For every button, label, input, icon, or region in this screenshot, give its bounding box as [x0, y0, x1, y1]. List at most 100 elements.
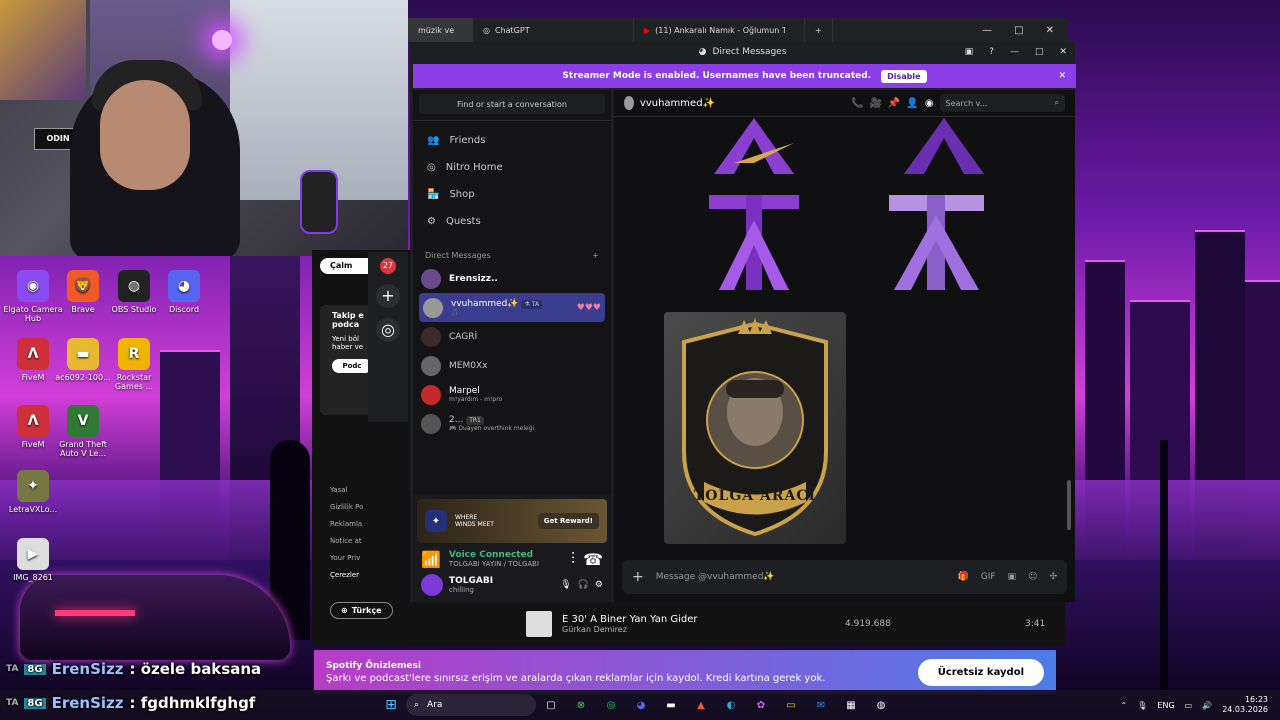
maximize-icon[interactable]: □ [1014, 25, 1023, 36]
disable-button[interactable]: Disable [881, 69, 927, 83]
clan-badge: TR1 [466, 416, 484, 425]
outlook-icon[interactable]: ✉ [810, 694, 832, 716]
copilot-icon[interactable]: ✿ [750, 694, 772, 716]
voice-status[interactable]: Voice Connected [449, 550, 539, 560]
settings-icon[interactable]: ⚙ [595, 580, 603, 590]
desktop-icon[interactable]: ◕ Discord [152, 270, 216, 314]
footer-link[interactable]: Çerezler [330, 567, 363, 584]
voice-channel[interactable]: TOLGABI YAYIN / TOLGABI [449, 560, 539, 568]
desktop-icon[interactable]: ✦ LetraVXLo... [1, 470, 65, 514]
message-input[interactable]: + Message @vvuhammed✨ 🎁 GIF ▣ ☺ ✣ [622, 560, 1067, 594]
language-indicator[interactable]: ENG [1157, 701, 1174, 710]
video-icon[interactable]: 🎥 [869, 98, 881, 109]
browser-tab[interactable]: ▶ (11) Ankaralı Namık - Oğlumun Taba [634, 18, 805, 42]
maximize-icon[interactable]: □ [1035, 47, 1044, 57]
add-attachment-icon[interactable]: + [632, 569, 644, 585]
minimize-icon[interactable]: — [982, 25, 992, 36]
brave-taskbar-icon[interactable]: ▲ [690, 694, 712, 716]
logo-image[interactable] [704, 190, 804, 300]
sticker-icon[interactable]: ▣ [1008, 572, 1017, 582]
footer-link[interactable]: Gizlilik Po [330, 499, 363, 516]
explorer-icon[interactable]: ▭ [780, 694, 802, 716]
dm-item[interactable]: CAGRİ [413, 322, 611, 351]
track-artist[interactable]: Gürkan Demirez [562, 625, 697, 634]
emoji-icon[interactable]: ☺ [1028, 572, 1037, 582]
close-icon[interactable]: ✕ [1058, 71, 1066, 81]
inbox-icon[interactable]: ▣ [965, 47, 974, 57]
get-reward-button[interactable]: Get Reward! [537, 513, 599, 529]
track-title[interactable]: E 30' A Biner Yan Yan Gider [562, 614, 697, 625]
task-view-icon[interactable]: ▢ [540, 694, 562, 716]
footer-link[interactable]: Notice at [330, 533, 363, 550]
dm-item[interactable]: Marpel m!yardım - m!pro [413, 380, 611, 409]
hearts-icon: ♥♥♥ [576, 302, 601, 313]
discord-taskbar-icon[interactable]: ◕ [630, 694, 652, 716]
new-tab-button[interactable]: + [805, 18, 833, 42]
spotify-track-row[interactable]: E 30' A Biner Yan Yan Gider Gürkan Demir… [410, 602, 1065, 646]
footer-link[interactable]: Yasal [330, 482, 363, 499]
headphones-icon[interactable]: 🎧 [578, 580, 589, 590]
gif-icon[interactable]: GIF [981, 572, 996, 582]
close-icon[interactable]: ✕ [1059, 47, 1067, 57]
profile-icon[interactable]: ◉ [925, 98, 934, 109]
logo-image[interactable] [889, 195, 984, 295]
call-icon[interactable]: 📞 [851, 98, 863, 109]
close-icon[interactable]: ✕ [1046, 25, 1054, 36]
store-icon[interactable]: ▦ [840, 694, 862, 716]
tray-chevron-icon[interactable]: ⌃ [1121, 701, 1128, 710]
footer-link[interactable]: Your Priv [330, 550, 363, 567]
xbox-icon[interactable]: ⊗ [570, 694, 592, 716]
scrollbar[interactable] [1067, 480, 1071, 530]
nav-friends[interactable]: 👥 Friends [413, 127, 611, 154]
whatsapp-icon[interactable]: ◎ [600, 694, 622, 716]
taskbar-search[interactable]: ⌕ Ara [406, 694, 536, 716]
nav-nitro-home[interactable]: ◎ Nitro Home [413, 154, 611, 181]
nav-shop[interactable]: 🏪 Shop [413, 181, 611, 208]
chat-recipient[interactable]: vvuhammed✨ [640, 98, 715, 109]
network-icon[interactable]: ▭ [1185, 701, 1193, 710]
noise-icon[interactable]: ⫶ [571, 549, 575, 569]
tab-title: müzik ve [418, 25, 455, 35]
avatar[interactable] [421, 574, 443, 596]
clock[interactable]: 16:23 24.03.2026 [1222, 695, 1268, 715]
help-icon[interactable]: ? [989, 47, 994, 57]
dm-item[interactable]: Erensizz.. [413, 264, 611, 293]
desktop-icon[interactable]: ▶ IMG_8261 [1, 538, 65, 582]
chat-search-input[interactable]: Search v... ⌕ [939, 94, 1065, 112]
podcast-button[interactable]: Podc [332, 359, 372, 373]
username[interactable]: TOLGABI [449, 576, 493, 586]
add-server-icon[interactable]: + [376, 284, 400, 308]
signup-button[interactable]: Ücretsiz kaydol [917, 658, 1044, 686]
gift-icon[interactable]: 🎁 [958, 572, 969, 582]
find-conversation-input[interactable]: Find or start a conversation [419, 94, 605, 114]
mic-icon[interactable]: 🎙 [560, 580, 571, 590]
signal-icon: 📶 [421, 549, 441, 569]
browser-tab[interactable]: ◎ ChatGPT [473, 18, 634, 42]
discover-icon[interactable]: ◎ [376, 318, 400, 342]
neon-lamp [212, 30, 232, 50]
terminal-icon[interactable]: ▬ [660, 694, 682, 716]
tolga-badge-image[interactable]: TOLGA ARACI [664, 312, 846, 544]
logo-image[interactable] [704, 118, 804, 174]
minimize-icon[interactable]: — [1010, 47, 1019, 57]
desktop-icon[interactable]: R Rockstar Games ... [102, 338, 166, 391]
dm-item[interactable]: MEM0Xx [413, 351, 611, 380]
logo-image[interactable] [894, 118, 994, 174]
create-dm-icon[interactable]: + [592, 251, 599, 260]
dm-item[interactable]: 2... TR1 🎮 Duayen overthink meleği [413, 409, 611, 438]
start-icon[interactable]: ⊞ [380, 694, 402, 716]
pin-icon[interactable]: 📌 [888, 98, 900, 109]
disconnect-icon[interactable]: ☎ [583, 550, 603, 569]
mic-tray-icon[interactable]: 🎙 [1137, 701, 1147, 710]
language-button[interactable]: ⊕ Türkçe [330, 602, 393, 619]
nav-quests[interactable]: ⚙ Quests [413, 208, 611, 235]
apps-icon[interactable]: ✣ [1049, 572, 1057, 582]
volume-icon[interactable]: 🔊 [1202, 701, 1212, 710]
add-friend-icon[interactable]: 👤 [906, 98, 918, 109]
obs-taskbar-icon[interactable]: ◍ [870, 694, 892, 716]
desktop-icon[interactable]: V Grand Theft Auto V Le... [51, 405, 115, 458]
footer-link[interactable]: Reklamla [330, 516, 363, 533]
dm-item-active[interactable]: vvuhammed✨ ⚗ TA 🎵 ♥♥♥ [419, 293, 605, 322]
edge-icon[interactable]: ◐ [720, 694, 742, 716]
browser-tab[interactable]: müzik ve [408, 18, 473, 42]
